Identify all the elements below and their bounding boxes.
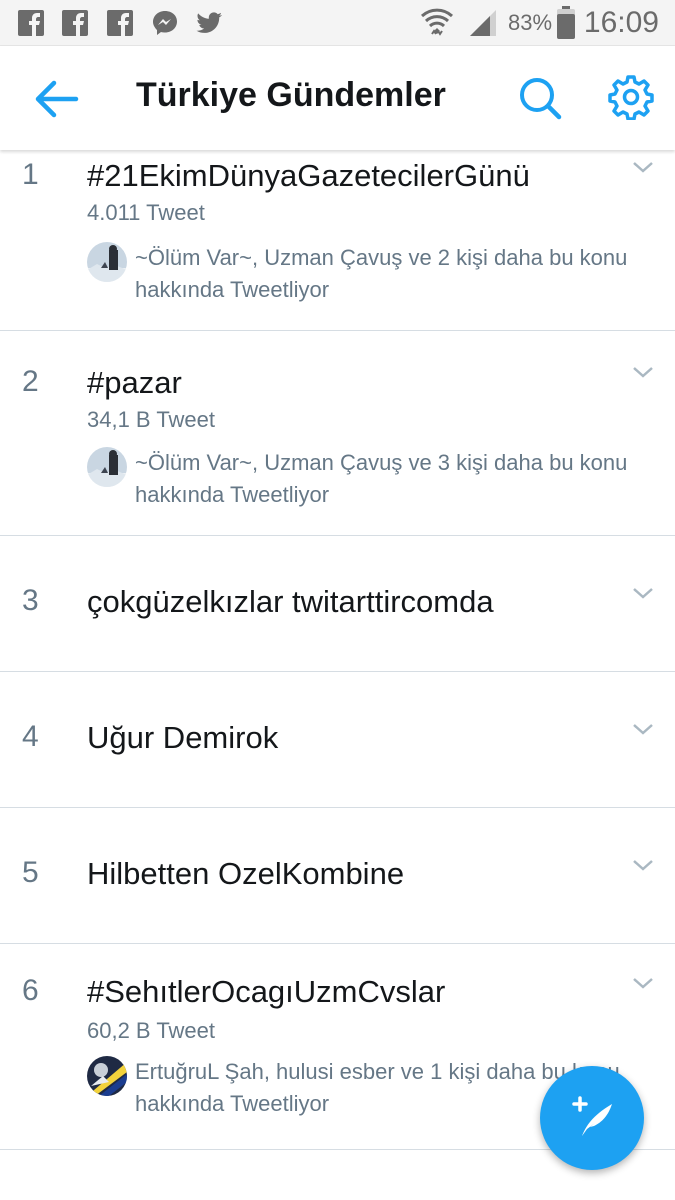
trend-name[interactable]: çokgüzelkızlar twitarttircomda [87,584,494,620]
facebook-icon [107,10,133,36]
chevron-down-icon[interactable] [632,160,654,174]
chevron-down-icon[interactable] [632,722,654,736]
chevron-down-icon[interactable] [632,586,654,600]
twitter-icon [196,12,222,33]
page-title: Türkiye Gündemler [136,76,446,114]
trend-item[interactable]: 1 #21EkimDünyaGazetecilerGünü 4.011 Twee… [0,150,675,331]
search-icon[interactable] [518,76,562,120]
trend-context: ~Ölüm Var~, Uzman Çavuş ve 2 kişi daha b… [87,242,675,306]
wifi-icon [420,8,454,36]
gear-icon[interactable] [608,74,654,120]
battery-percent: 83% [508,10,553,35]
chevron-down-icon[interactable] [632,858,654,872]
chevron-down-icon[interactable] [632,365,654,379]
facebook-icon [62,10,88,36]
trend-rank: 2 [22,365,39,398]
trend-item[interactable]: 5 Hilbetten OzelKombine [0,808,675,944]
tweet-count: 34,1 B Tweet [87,407,216,432]
trend-rank: 5 [22,856,39,889]
trend-rank: 1 [22,158,39,191]
avatar [87,447,127,487]
trend-item[interactable]: 2 #pazar 34,1 B Tweet ~Ölüm Var~, Uzman … [0,331,675,536]
trend-name[interactable]: Hilbetten OzelKombine [87,856,404,892]
context-text: ~Ölüm Var~, Uzman Çavuş ve 3 kişi daha b… [135,450,628,507]
trend-name[interactable]: #SehıtlerOcagıUzmCvslar [87,974,445,1010]
trend-name[interactable]: #21EkimDünyaGazetecilerGünü [87,158,530,194]
avatar [87,242,127,282]
trend-name[interactable]: Uğur Demirok [87,720,278,756]
avatar [87,1056,127,1096]
tweet-count: 4.011 Tweet [87,200,205,225]
compose-tweet-button[interactable] [540,1066,644,1170]
trend-rank: 4 [22,720,39,753]
trend-item[interactable]: 3 çokgüzelkızlar twitarttircomda [0,536,675,672]
tweet-count: 60,2 B Tweet [87,1018,216,1043]
trends-list: 1 #21EkimDünyaGazetecilerGünü 4.011 Twee… [0,150,675,1150]
app-header: Türkiye Gündemler [0,46,675,150]
trend-item[interactable]: 4 Uğur Demirok [0,672,675,808]
messenger-icon [153,11,177,35]
back-arrow-icon[interactable] [32,78,80,120]
trend-rank: 6 [22,974,39,1007]
facebook-icon [18,10,44,36]
trend-rank: 3 [22,584,39,617]
status-bar: 83% 16:09 [0,0,675,46]
compose-quill-icon [572,1096,612,1136]
trend-name[interactable]: #pazar [87,365,182,401]
context-text: ~Ölüm Var~, Uzman Çavuş ve 2 kişi daha b… [135,245,628,302]
trend-context: ~Ölüm Var~, Uzman Çavuş ve 3 kişi daha b… [87,447,675,511]
clock: 16:09 [583,6,659,39]
battery-icon [557,6,575,39]
signal-icon [470,10,496,36]
chevron-down-icon[interactable] [632,976,654,990]
